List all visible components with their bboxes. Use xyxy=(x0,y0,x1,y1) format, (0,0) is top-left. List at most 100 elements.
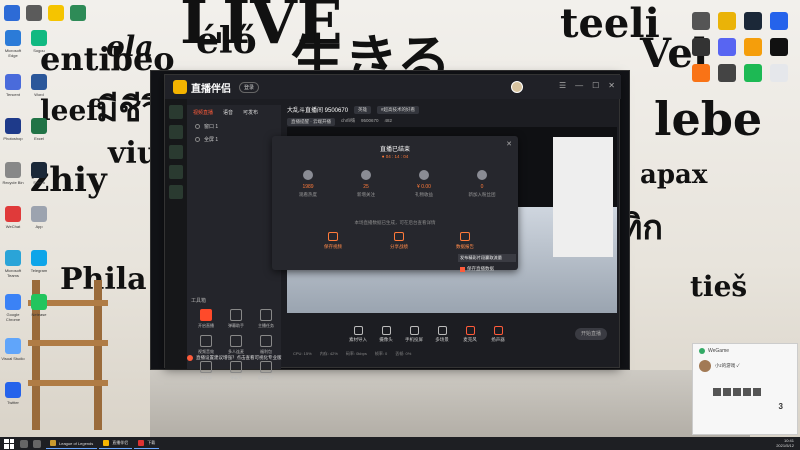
desktop-icon[interactable] xyxy=(718,38,736,56)
desktop-icon[interactable]: Steam xyxy=(26,162,52,198)
system-clock[interactable]: 10:41 2021/5/12 xyxy=(776,438,794,448)
bottom-toolbar: 素材导入 摄像头 手机投屏 多场景 麦克风 扬声器 开始直播 xyxy=(287,319,617,349)
desktop-icon[interactable] xyxy=(26,5,42,21)
lol-icon xyxy=(50,440,56,446)
login-button[interactable]: 登录 xyxy=(239,81,260,93)
desktop-icon[interactable] xyxy=(718,64,736,82)
desktop-icon[interactable]: Microsoft Edge xyxy=(0,30,26,66)
tab-publish[interactable]: 可发布 xyxy=(243,109,258,116)
save-video-button[interactable]: 保存视频 xyxy=(324,232,342,250)
desktop-icon[interactable]: Microsoft Teams xyxy=(0,250,26,286)
tool-fans[interactable]: 粉丝群 xyxy=(191,361,221,381)
remind-chip[interactable]: 直播提醒 · 云端开播 xyxy=(287,118,335,126)
tool-danmu[interactable]: 弹幕助手 xyxy=(221,309,251,329)
sidebar-game-icon[interactable] xyxy=(169,185,183,199)
live-ended-dialog: ✕ 直播已结束 ● 04 : 14 : 04 1989 观看热度 25 新增关注 ¥… xyxy=(272,136,518,272)
desktop-icon[interactable] xyxy=(692,12,710,30)
image-icon xyxy=(353,325,363,335)
desktop-icon[interactable] xyxy=(692,38,710,56)
room-subinfo: 直播提醒 · 云端开播 chrfil嗨 9500670 482 xyxy=(287,118,537,126)
maximize-icon[interactable]: ☐ xyxy=(592,81,599,91)
companion-icon xyxy=(103,440,110,446)
taskbar-app-companion[interactable]: 直播伴侣 xyxy=(99,438,133,449)
desktop-icon[interactable]: Telegram xyxy=(26,250,52,286)
user-avatar[interactable] xyxy=(511,81,523,93)
desktop-icon[interactable]: Google Chrome xyxy=(0,294,26,330)
share-button[interactable]: 分享战绩 xyxy=(390,232,408,250)
checkbox-icon[interactable] xyxy=(460,266,465,272)
toast-thumbnails xyxy=(693,374,797,396)
task-view-icon[interactable] xyxy=(33,439,41,448)
tag-chip[interactable]: #超高技术的好看 xyxy=(377,105,420,114)
upgrade-notice[interactable]: 直播设置建议增强？点击查看可视化专业版 xyxy=(187,355,347,361)
scene-item[interactable]: 窗口 1 xyxy=(187,120,281,133)
visibility-icon[interactable] xyxy=(195,124,200,129)
room-title: 大乱斗直播间 9500670 xyxy=(287,108,349,114)
microphone-button[interactable]: 麦克风 xyxy=(459,325,481,343)
material-button[interactable]: 素材导入 xyxy=(347,325,369,343)
report-button[interactable]: 数据报告 xyxy=(456,232,474,250)
desktop-icon[interactable] xyxy=(70,5,86,21)
desktop-icon[interactable] xyxy=(770,12,788,30)
desktop-icon[interactable] xyxy=(770,64,788,82)
desktop-icon[interactable] xyxy=(770,38,788,56)
dialog-hint[interactable]: 本场直播数据已生成，可在后台查看详情 xyxy=(272,220,518,226)
sidebar-game-icon[interactable] xyxy=(169,125,183,139)
heart-icon xyxy=(361,170,371,180)
multi-scene-button[interactable]: 多场景 xyxy=(431,325,453,343)
save-data-checkbox[interactable]: 保存直播数据 xyxy=(460,266,494,272)
visibility-icon[interactable] xyxy=(195,137,200,142)
room-info: 大乱斗直播间 9500670 英雄 #超高技术的好看 直播提醒 · 云端开播 c… xyxy=(287,105,537,126)
camera-button[interactable]: 摄像头 xyxy=(375,325,397,343)
scene-item[interactable]: 全屏 1 xyxy=(187,133,281,146)
speaker-button[interactable]: 扬声器 xyxy=(487,325,509,343)
sidebar-game-icon[interactable] xyxy=(169,105,183,119)
taskbar-app-download[interactable]: 下载 xyxy=(134,438,160,449)
start-live-button[interactable]: 开始直播 xyxy=(575,328,607,340)
tool-task[interactable]: 主播任务 xyxy=(251,309,281,329)
tab-video-live[interactable]: 视频直播 xyxy=(193,109,213,116)
scene-panel: 视频直播 语音 可发布 窗口 1 全屏 1 工具箱 开启直播 弹幕助手 主播任务… xyxy=(187,105,281,380)
publish-tip[interactable]: 发布精彩片段赢取流量 xyxy=(458,254,516,262)
desktop-icon[interactable]: Word xyxy=(26,74,52,110)
windows-start-icon[interactable] xyxy=(4,438,14,449)
tool-danmu-show[interactable]: 弹幕秀 xyxy=(221,361,251,381)
live-stats: 1989 观看热度 25 新增关注 ¥ 0.00 礼物收益 0 新加入粉丝团 xyxy=(280,170,510,198)
desktop-icon[interactable] xyxy=(4,5,20,21)
wegame-notification[interactable]: WeGame 小z的游戏 ✓ 3 xyxy=(692,343,798,435)
link-icon xyxy=(230,335,242,347)
menu-icon[interactable]: ☰ xyxy=(559,81,566,91)
desktop-icon[interactable] xyxy=(692,64,710,82)
category-chip[interactable]: 英雄 xyxy=(354,105,372,114)
desktop-icon[interactable]: WeChat xyxy=(0,206,26,242)
close-icon[interactable]: ✕ xyxy=(608,81,615,91)
search-icon[interactable] xyxy=(20,439,28,448)
taskbar-app-lol[interactable]: League of Legends xyxy=(46,438,98,449)
tool-link[interactable]: 多人连麦 xyxy=(221,335,251,355)
phone-cast-button[interactable]: 手机投屏 xyxy=(403,325,425,343)
desktop-icon[interactable]: Excel xyxy=(26,118,52,154)
desktop-icon[interactable]: Photoshop xyxy=(0,118,26,154)
desktop-icon[interactable]: Tencent xyxy=(0,74,26,110)
chat-icon xyxy=(230,309,242,321)
tool-start-live[interactable]: 开启直播 xyxy=(191,309,221,329)
desktop-icon[interactable]: Netease xyxy=(26,294,52,330)
tool-helper[interactable]: 饭团助手 xyxy=(251,361,281,381)
sidebar-game-icon[interactable] xyxy=(169,145,183,159)
sidebar-game-icon[interactable] xyxy=(169,165,183,179)
tool-gift[interactable]: 福利包 xyxy=(251,335,281,355)
desktop-icon[interactable] xyxy=(744,38,762,56)
desktop-icon[interactable]: Visual Studio xyxy=(0,338,26,374)
desktop-icon[interactable] xyxy=(718,12,736,30)
minimize-icon[interactable]: — xyxy=(575,81,583,91)
tool-sound[interactable]: 视频音效 xyxy=(191,335,221,355)
desktop-icon[interactable] xyxy=(48,5,64,21)
desktop-icon[interactable]: Twitter xyxy=(0,382,26,418)
desktop-icon[interactable]: App xyxy=(26,206,52,242)
tab-voice[interactable]: 语音 xyxy=(223,109,233,116)
desktop-icon[interactable]: Sogou xyxy=(26,30,52,66)
desktop-icon[interactable]: Recycle Bin xyxy=(0,162,26,198)
desktop-icon[interactable] xyxy=(744,64,762,82)
gift-icon xyxy=(260,335,272,347)
desktop-icon[interactable] xyxy=(744,12,762,30)
